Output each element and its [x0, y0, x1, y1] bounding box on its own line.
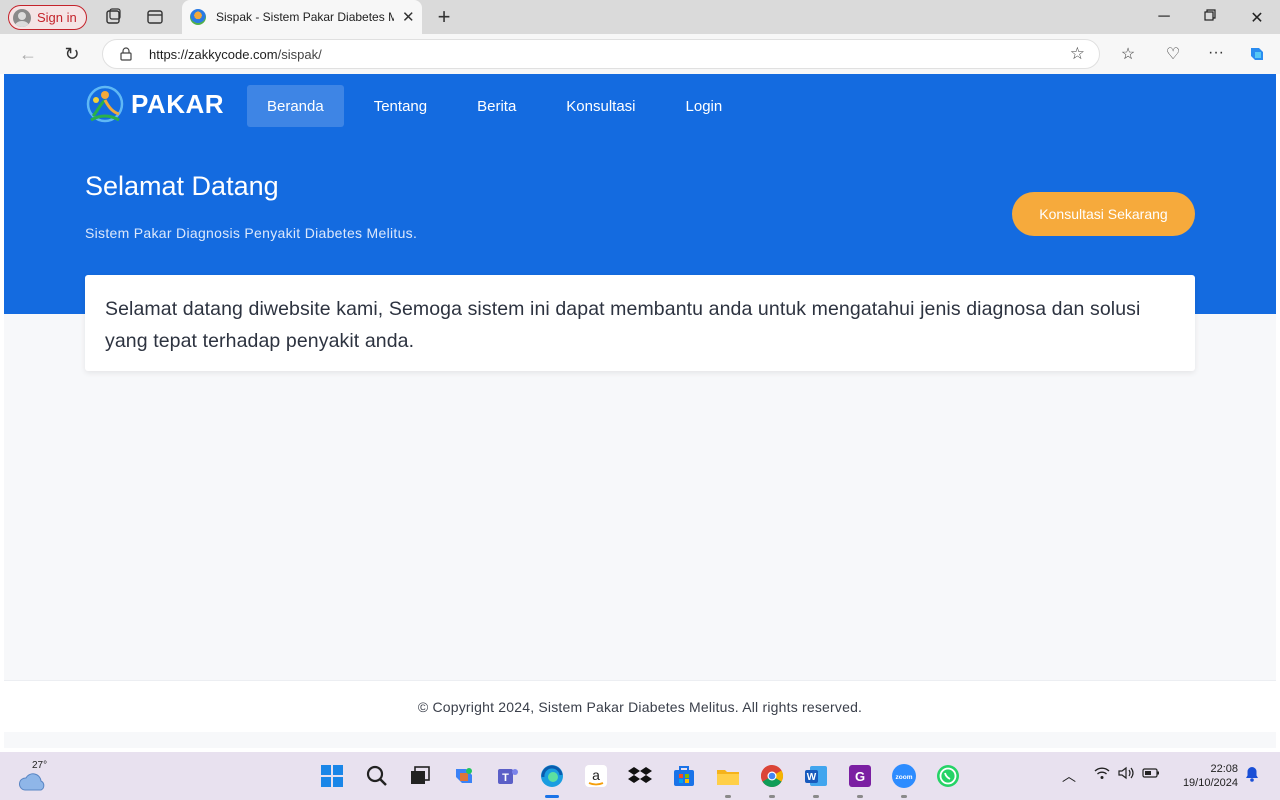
new-tab-icon[interactable]: + — [434, 4, 454, 29]
hero-subtitle: Sistem Pakar Diagnosis Penyakit Diabetes… — [85, 225, 418, 241]
welcome-text: Selamat datang diwebsite kami, Semoga si… — [105, 298, 1141, 352]
search-icon[interactable] — [363, 762, 391, 790]
back-icon[interactable]: ← — [17, 44, 39, 65]
whatsapp-icon[interactable] — [934, 762, 962, 790]
url-host: https://zakkycode.com — [149, 47, 278, 62]
svg-text:zoom: zoom — [896, 774, 913, 781]
nav-item-konsultasi[interactable]: Konsultasi — [546, 85, 655, 127]
nav-item-berita[interactable]: Berita — [457, 85, 536, 127]
windows-taskbar: 27° T a W G zoom ︿ 22:08 19/10/2024 — [0, 752, 1280, 800]
sign-in-label: Sign in — [37, 10, 77, 25]
weather-widget[interactable]: 27° — [18, 760, 50, 792]
tab-title: Sispak - Sistem Pakar Diabetes Melitus — [216, 10, 394, 24]
amazon-icon[interactable]: a — [582, 762, 610, 790]
wifi-icon[interactable] — [1094, 766, 1110, 783]
url-text: https://zakkycode.com/sispak/ — [149, 47, 322, 62]
refresh-icon[interactable]: ↻ — [61, 44, 83, 65]
edge-active-indicator — [545, 795, 559, 798]
favorites-icon[interactable]: ☆ — [1117, 44, 1139, 64]
tab-active[interactable]: Sispak - Sistem Pakar Diabetes Melitus ✕ — [182, 0, 422, 34]
address-bar[interactable]: https://zakkycode.com/sispak/ ☆ — [102, 39, 1100, 69]
lock-icon — [120, 47, 132, 61]
volume-icon[interactable] — [1118, 766, 1134, 783]
close-window-icon[interactable]: ✕ — [1247, 8, 1267, 28]
url-path: /sispak/ — [277, 47, 322, 62]
copilot-icon[interactable] — [450, 762, 478, 790]
main-nav: Beranda Tentang Berita Konsultasi Login — [247, 85, 752, 127]
profile-icon — [13, 8, 31, 27]
browser-tab-bar: Sign in Sispak - Sistem Pakar Diabetes M… — [0, 0, 1280, 34]
svg-text:T: T — [502, 772, 509, 784]
restore-icon[interactable] — [1200, 8, 1220, 26]
battery-icon[interactable] — [1142, 766, 1160, 782]
copilot-sidebar-icon[interactable] — [1246, 44, 1268, 69]
word-icon[interactable]: W — [802, 762, 830, 798]
welcome-card: Selamat datang diwebsite kami, Semoga si… — [85, 275, 1195, 371]
chrome-icon[interactable] — [758, 762, 786, 798]
nav-item-beranda[interactable]: Beranda — [247, 85, 344, 127]
file-explorer-icon[interactable] — [714, 762, 742, 798]
tab-close-icon[interactable]: ✕ — [402, 8, 415, 26]
browser-toolbar: ← ↻ https://zakkycode.com/sispak/ ☆ ☆ ♡ … — [0, 34, 1280, 74]
dropbox-icon[interactable] — [626, 762, 654, 790]
more-menu-icon[interactable]: ··· — [1205, 44, 1227, 62]
system-clock[interactable]: 22:08 19/10/2024 — [1183, 762, 1238, 790]
svg-text:a: a — [592, 767, 600, 783]
clock-date: 19/10/2024 — [1182, 777, 1238, 789]
nav-item-login[interactable]: Login — [666, 85, 743, 127]
chrome-running-indicator — [769, 795, 775, 798]
hero-title: Selamat Datang — [85, 171, 279, 201]
svg-text:G: G — [855, 769, 865, 784]
store-icon[interactable] — [670, 762, 698, 790]
consult-now-button[interactable]: Konsultasi Sekarang — [1012, 192, 1195, 236]
notification-bell-icon[interactable] — [1245, 766, 1259, 785]
word-running-indicator — [813, 795, 819, 798]
site-favicon-icon — [190, 9, 206, 25]
logo-mark-icon — [86, 85, 124, 123]
web-page: PAKAR Beranda Tentang Berita Konsultasi … — [4, 74, 1276, 748]
brand-name: PAKAR — [131, 88, 225, 119]
minimize-icon[interactable]: ─ — [1154, 8, 1174, 26]
site-logo[interactable]: PAKAR — [85, 82, 224, 126]
clock-time: 22:08 — [1210, 763, 1238, 775]
browser-essentials-icon[interactable]: ♡ — [1162, 44, 1184, 64]
svg-text:W: W — [807, 772, 817, 783]
nav-item-tentang[interactable]: Tentang — [354, 85, 447, 127]
footer: © Copyright 2024, Sistem Pakar Diabetes … — [4, 680, 1276, 732]
copyright-text: © Copyright 2024, Sistem Pakar Diabetes … — [417, 698, 863, 715]
pdf-app-icon[interactable]: G — [846, 762, 874, 798]
edge-icon[interactable] — [538, 762, 566, 798]
task-view-icon[interactable] — [406, 762, 434, 790]
pdf-app-running-indicator — [857, 795, 863, 798]
sign-in-button[interactable]: Sign in — [8, 5, 87, 30]
workspaces-icon[interactable] — [103, 7, 123, 27]
zoom-icon[interactable]: zoom — [890, 762, 918, 798]
tab-actions-icon[interactable] — [145, 7, 165, 27]
zoom-running-indicator — [901, 795, 907, 798]
explorer-running-indicator — [725, 795, 731, 798]
teams-icon[interactable]: T — [494, 762, 522, 790]
show-hidden-icons-icon[interactable]: ︿ — [1062, 766, 1076, 786]
favorite-star-icon[interactable]: ☆ — [1070, 44, 1085, 64]
start-icon[interactable] — [318, 762, 346, 790]
temperature: 27° — [32, 760, 48, 771]
